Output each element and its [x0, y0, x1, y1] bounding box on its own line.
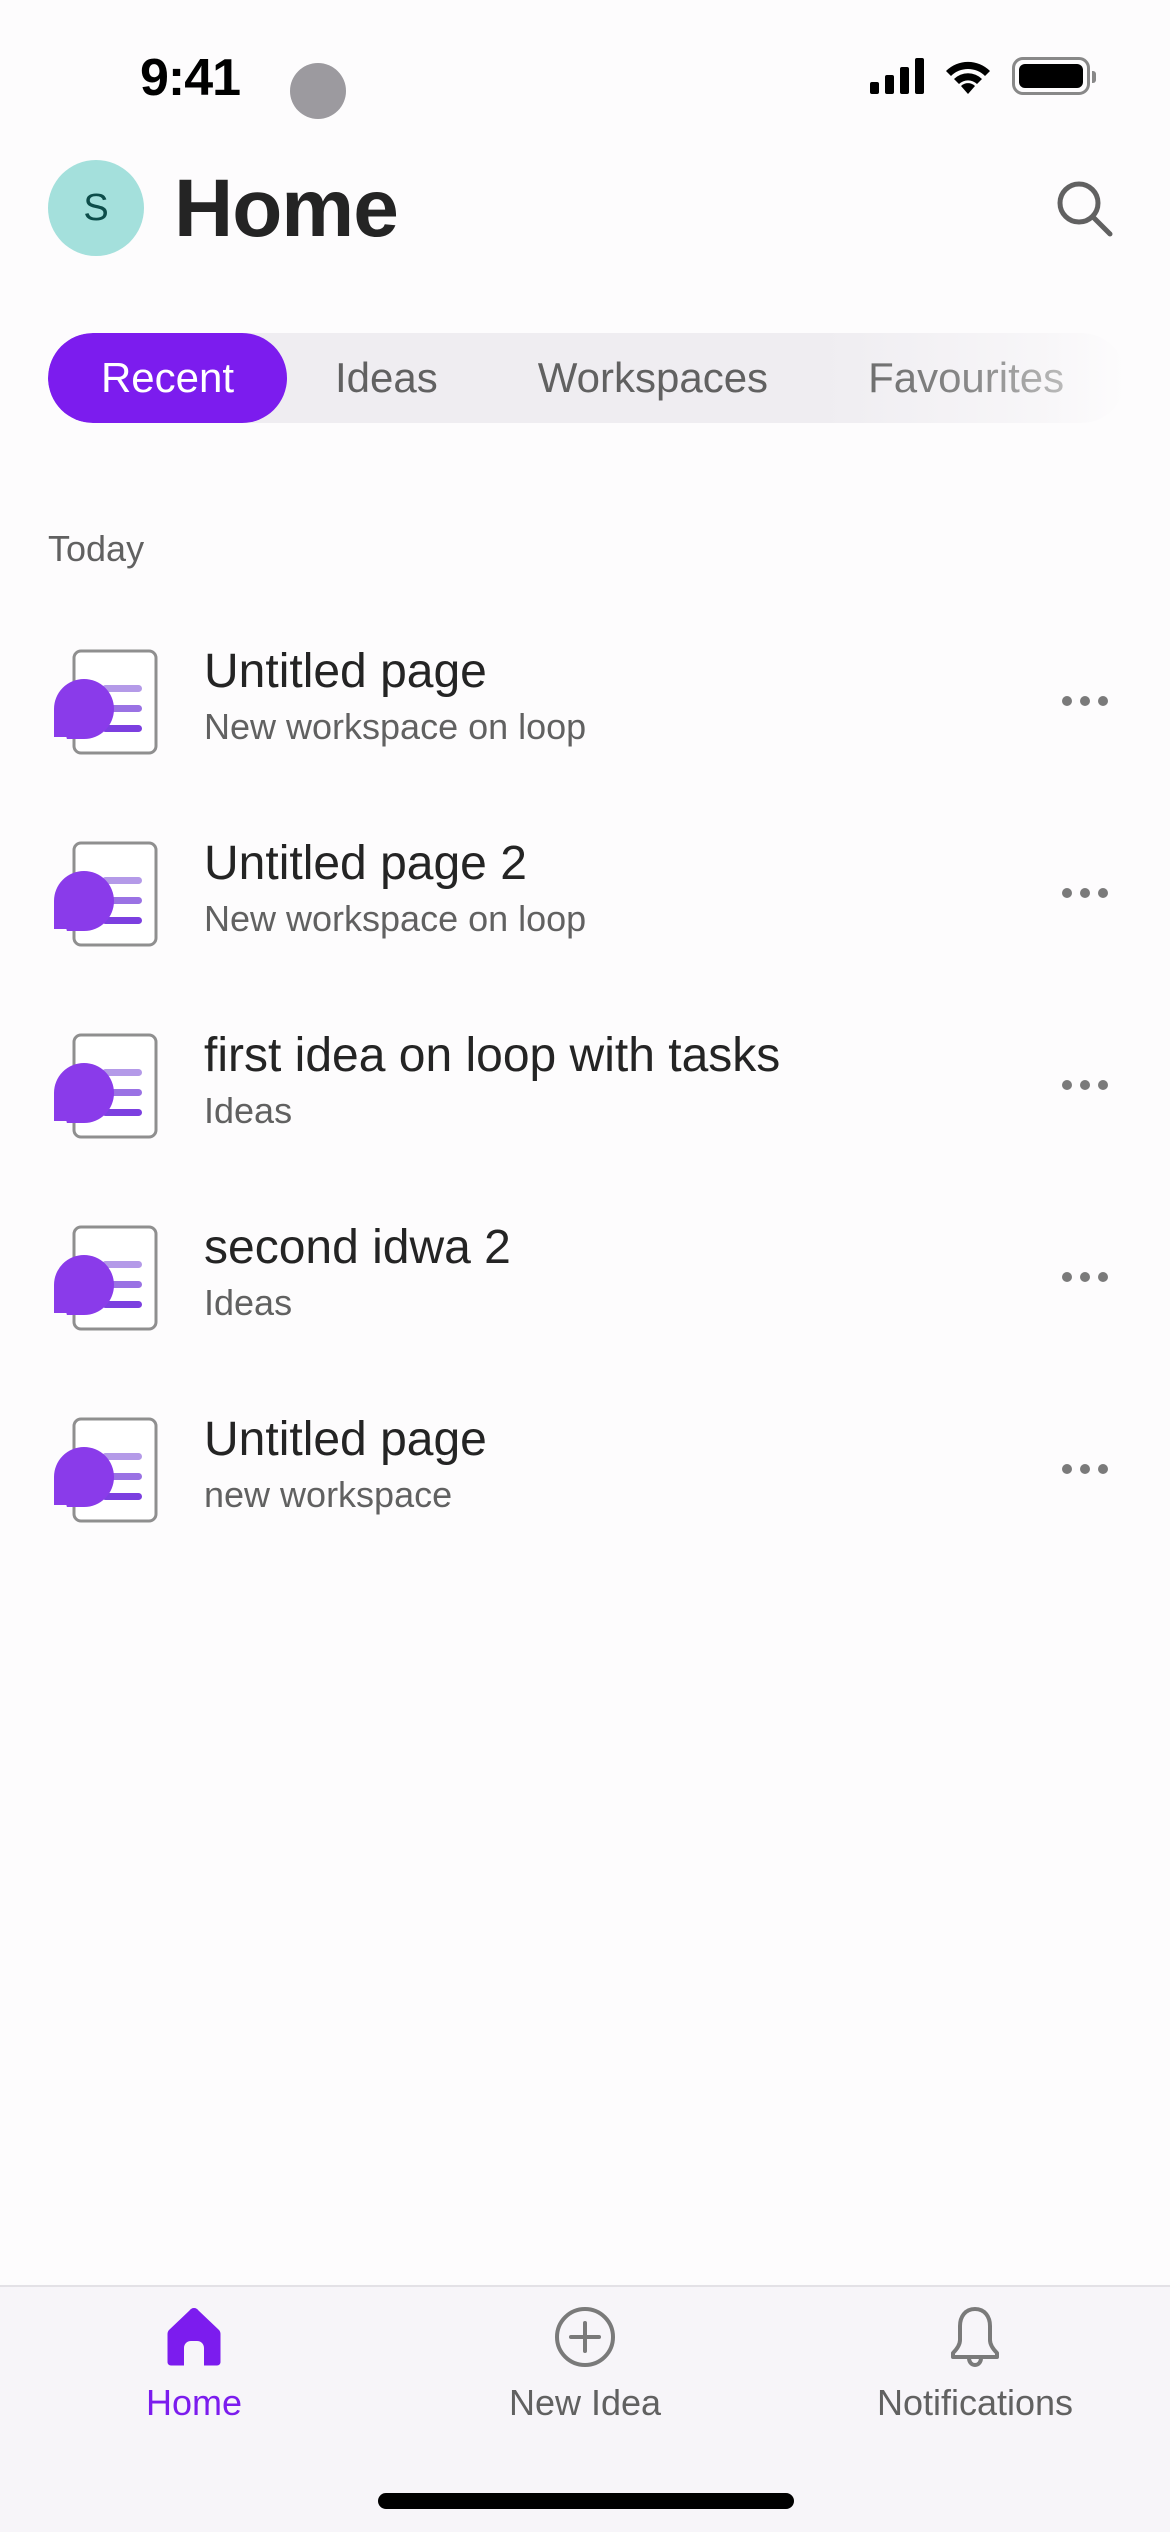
add-circle-icon — [555, 2307, 615, 2367]
nav-home[interactable]: Home — [44, 2287, 344, 2437]
loop-page-icon — [54, 841, 158, 947]
nav-notifications-label: Notifications — [876, 2382, 1074, 2423]
home-icon — [167, 2308, 221, 2366]
cellular-signal-icon — [870, 58, 924, 94]
list-item[interactable]: Untitled page 2 New workspace on loop — [0, 812, 1170, 1004]
item-title: Untitled page 2 — [204, 837, 527, 890]
filter-tabs: Recent Ideas Workspaces Favourites — [48, 333, 1126, 423]
nav-home-label: Home — [145, 2382, 243, 2423]
loop-page-icon — [54, 1033, 158, 1139]
status-bar: 9:41 — [0, 0, 1170, 140]
more-horizontal-icon — [1062, 1080, 1072, 1090]
more-options-button[interactable] — [1050, 868, 1120, 918]
list-item[interactable]: first idea on loop with tasks Ideas — [0, 1004, 1170, 1196]
search-icon — [1057, 181, 1113, 237]
section-label-today: Today — [48, 528, 145, 569]
item-title: second idwa 2 — [204, 1221, 511, 1274]
avatar[interactable]: S — [48, 160, 144, 256]
nav-new-idea-label: New Idea — [508, 2382, 662, 2423]
tab-ideas[interactable]: Ideas — [287, 333, 488, 423]
loop-page-icon — [54, 1225, 158, 1331]
nav-new-idea[interactable]: New Idea — [435, 2287, 735, 2437]
header: S Home — [0, 158, 1170, 258]
recent-list: Untitled page New workspace on loop Unti… — [0, 620, 1170, 1580]
avatar-initial: S — [83, 186, 109, 229]
item-subtitle: Ideas — [204, 1090, 293, 1131]
tab-recent[interactable]: Recent — [48, 333, 287, 423]
status-time: 9:41 — [140, 49, 241, 107]
more-horizontal-icon — [1062, 1272, 1072, 1282]
item-title: Untitled page — [204, 1413, 487, 1466]
camera-indicator — [290, 63, 346, 119]
item-subtitle: New workspace on loop — [204, 706, 587, 747]
item-subtitle: new workspace — [204, 1474, 453, 1515]
bell-icon — [951, 2307, 999, 2368]
wifi-icon — [946, 61, 990, 94]
item-subtitle: New workspace on loop — [204, 898, 587, 939]
more-options-button[interactable] — [1050, 1060, 1120, 1110]
search-button[interactable] — [1052, 176, 1118, 242]
item-subtitle: Ideas — [204, 1282, 293, 1323]
status-icons — [870, 56, 1096, 96]
more-horizontal-icon — [1062, 1464, 1072, 1474]
loop-page-icon — [54, 649, 158, 755]
battery-icon — [1012, 57, 1096, 95]
item-title: Untitled page — [204, 645, 487, 698]
page-title: Home — [174, 163, 399, 254]
tab-workspaces[interactable]: Workspaces — [488, 333, 818, 423]
item-title: first idea on loop with tasks — [204, 1029, 781, 1082]
list-item[interactable]: Untitled page new workspace — [0, 1388, 1170, 1580]
more-options-button[interactable] — [1050, 1252, 1120, 1302]
more-options-button[interactable] — [1050, 1444, 1120, 1494]
tab-favourites[interactable]: Favourites — [818, 333, 1104, 423]
nav-notifications[interactable]: Notifications — [825, 2287, 1125, 2437]
list-item[interactable]: Untitled page New workspace on loop — [0, 620, 1170, 812]
more-horizontal-icon — [1062, 696, 1072, 706]
loop-page-icon — [54, 1417, 158, 1523]
home-indicator[interactable] — [378, 2493, 794, 2509]
list-item[interactable]: second idwa 2 Ideas — [0, 1196, 1170, 1388]
more-options-button[interactable] — [1050, 676, 1120, 726]
more-horizontal-icon — [1062, 888, 1072, 898]
